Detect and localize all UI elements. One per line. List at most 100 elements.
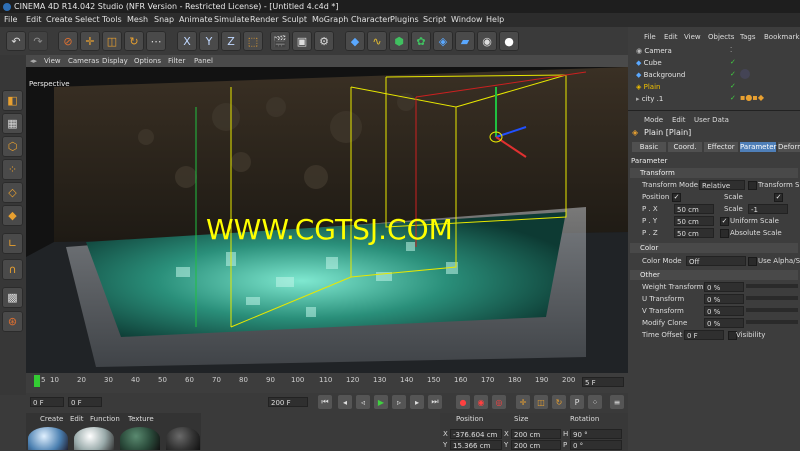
px-field[interactable]: 50 cm <box>674 204 714 214</box>
object-row-plain[interactable]: ◈ Plain <box>636 81 660 93</box>
object-row-camera[interactable]: ◉ Camera <box>636 45 672 57</box>
uniform-scale-checkbox[interactable]: ✓ <box>720 217 729 226</box>
undo-icon[interactable]: ↶ <box>6 31 26 51</box>
weight-transform-field[interactable]: 0 % <box>704 282 744 292</box>
material-menu-edit[interactable]: Edit <box>70 413 84 425</box>
scale-tool-icon[interactable]: ◫ <box>102 31 122 51</box>
viewport-menu-options[interactable]: Options <box>134 55 161 67</box>
edges-mode-icon[interactable]: ◇ <box>2 182 23 203</box>
section-other[interactable]: Other <box>630 270 798 280</box>
object-row-background[interactable]: ◆ Background <box>636 69 685 81</box>
rotate-tool-icon[interactable]: ↻ <box>124 31 144 51</box>
max-frame-field[interactable]: 200 F <box>268 397 308 407</box>
coordinate-system-icon[interactable]: ⬚ <box>243 31 263 51</box>
y-axis-lock-icon[interactable]: Y <box>199 31 219 51</box>
rotation-h-field[interactable]: 90 ° <box>570 429 622 439</box>
position-checkbox[interactable]: ✓ <box>672 193 681 202</box>
redo-icon[interactable]: ↷ <box>28 31 48 51</box>
transform-mode-select[interactable]: Relative <box>699 180 745 190</box>
menu-sculpt[interactable]: Sculpt <box>282 13 307 27</box>
menu-script[interactable]: Script <box>423 13 446 27</box>
use-alpha-checkbox[interactable] <box>748 257 757 266</box>
objects-menu-view[interactable]: View <box>684 31 701 43</box>
move-tool-icon[interactable]: ✛ <box>80 31 100 51</box>
scale-checkbox[interactable]: ✓ <box>774 193 783 202</box>
u-transform-slider[interactable] <box>746 296 798 300</box>
material-swatch[interactable] <box>120 427 160 450</box>
objects-menu-objects[interactable]: Objects <box>708 31 734 43</box>
menu-select[interactable]: Select <box>75 13 100 27</box>
visibility-dots-icon[interactable]: ⁚ <box>730 46 732 54</box>
material-menu-texture[interactable]: Texture <box>128 413 154 425</box>
texture-mode-icon[interactable]: ▦ <box>2 113 23 134</box>
render-view-icon[interactable]: 🎬 <box>270 31 290 51</box>
floor-environment-icon[interactable]: ▰ <box>455 31 475 51</box>
enabled-check-icon[interactable]: ✓ <box>730 70 736 78</box>
menu-file[interactable]: File <box>4 13 17 27</box>
min-frame-field[interactable]: 0 F <box>68 397 102 407</box>
menu-render[interactable]: Render <box>250 13 278 27</box>
timeline-ruler[interactable]: 5 10 20 30 40 50 60 70 80 90 100 110 120… <box>26 373 628 393</box>
attr-menu-mode[interactable]: Mode <box>644 114 663 126</box>
menu-simulate[interactable]: Simulate <box>214 13 249 27</box>
spline-pen-icon[interactable]: ∿ <box>367 31 387 51</box>
cube-object-icon[interactable]: ◆ <box>345 31 365 51</box>
record-active-objects-icon[interactable]: ● <box>456 395 470 409</box>
viewport-menu-cameras[interactable]: Cameras <box>68 55 99 67</box>
material-swatch[interactable] <box>74 427 114 450</box>
subdivision-surface-icon[interactable]: ⬢ <box>389 31 409 51</box>
previous-key-icon[interactable]: ◂ <box>338 395 352 409</box>
menu-animate[interactable]: Animate <box>179 13 213 27</box>
menu-window[interactable]: Window <box>451 13 483 27</box>
recent-tools-icon[interactable]: ⋯ <box>146 31 166 51</box>
object-row-city[interactable]: ▸ city .1 <box>636 93 663 105</box>
u-transform-field[interactable]: 0 % <box>704 294 744 304</box>
viewport-menu-panel[interactable]: Panel <box>194 55 213 67</box>
material-swatch[interactable] <box>166 427 200 450</box>
object-row-cube[interactable]: ◆ Cube <box>636 57 662 69</box>
menu-plugins[interactable]: Plugins <box>390 13 419 27</box>
go-to-end-icon[interactable]: ⏭ <box>428 395 442 409</box>
tab-deform[interactable]: Deform <box>778 142 800 152</box>
current-frame-field[interactable]: 5 F <box>582 377 624 387</box>
menu-tools[interactable]: Tools <box>102 13 122 27</box>
scene-render[interactable]: WWW.CGTSJ.COM Perspective <box>26 67 628 373</box>
rotation-p-field[interactable]: 0 ° <box>570 440 622 450</box>
previous-frame-icon[interactable]: ◃ <box>356 395 370 409</box>
material-menu-create[interactable]: Create <box>40 413 63 425</box>
time-offset-field[interactable]: 0 F <box>684 330 724 340</box>
color-mode-select[interactable]: Off <box>686 256 746 266</box>
viewport-menu-view[interactable]: View <box>44 55 61 67</box>
axis-mode-icon[interactable]: ∟ <box>2 233 23 254</box>
attr-menu-user-data[interactable]: User Data <box>694 114 729 126</box>
viewport-menu-filter[interactable]: Filter <box>168 55 185 67</box>
enabled-check-icon[interactable]: ✓ <box>730 94 736 102</box>
menu-help[interactable]: Help <box>486 13 504 27</box>
start-frame-field[interactable]: 0 F <box>30 397 64 407</box>
menu-edit[interactable]: Edit <box>26 13 42 27</box>
section-transform[interactable]: Transform <box>630 168 798 178</box>
viewport-nav-icon[interactable]: ◂▸ <box>30 55 37 67</box>
material-swatch[interactable] <box>28 427 68 450</box>
size-y-field[interactable]: 200 cm <box>511 440 561 450</box>
objects-menu-tags[interactable]: Tags <box>740 31 756 43</box>
parameter-key-icon[interactable]: P <box>570 395 584 409</box>
modify-clone-slider[interactable] <box>746 320 798 324</box>
scale-key-icon[interactable]: ◫ <box>534 395 548 409</box>
light-object-icon[interactable]: ● <box>499 31 519 51</box>
position-key-icon[interactable]: ✛ <box>516 395 530 409</box>
edit-render-settings-icon[interactable]: ⚙ <box>314 31 334 51</box>
next-key-icon[interactable]: ▸ <box>410 395 424 409</box>
size-x-field[interactable]: 200 cm <box>511 429 561 439</box>
play-forward-icon[interactable]: ▶ <box>374 395 388 409</box>
tab-effector[interactable]: Effector <box>704 142 738 152</box>
autokeying-icon[interactable]: ◉ <box>474 395 488 409</box>
viewport-menu-display[interactable]: Display <box>102 55 128 67</box>
enabled-check-icon[interactable]: ✓ <box>730 58 736 66</box>
array-generator-icon[interactable]: ✿ <box>411 31 431 51</box>
tab-basic[interactable]: Basic <box>632 142 666 152</box>
camera-object-icon[interactable]: ◉ <box>477 31 497 51</box>
keyframe-selection-icon[interactable]: ◎ <box>492 395 506 409</box>
v-transform-slider[interactable] <box>746 308 798 312</box>
go-to-start-icon[interactable]: ⏮ <box>318 395 332 409</box>
